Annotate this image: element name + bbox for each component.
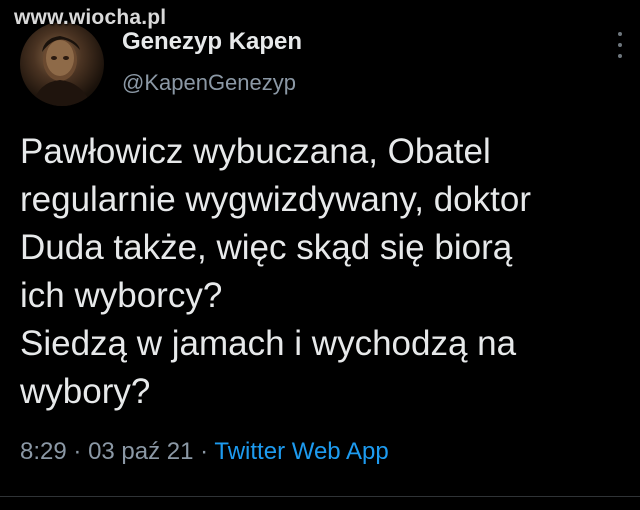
- watermark-logo: www.wiocha.pl: [14, 6, 167, 29]
- tweet-text-line: Duda także, więc skąd się biorą: [20, 228, 513, 267]
- meta-separator: ·: [73, 438, 89, 465]
- tweet-source-link[interactable]: Twitter Web App: [214, 438, 388, 465]
- tweet-text: Pawłowicz wybuczana, Obatel regularnie w…: [20, 128, 632, 416]
- more-dot: [618, 54, 622, 58]
- author-handle[interactable]: @KapenGenezyp: [122, 70, 296, 96]
- tweet-text-line: ich wyborcy?: [20, 276, 223, 315]
- more-dot: [618, 32, 622, 36]
- tweet-text-line: regularnie wygwizdywany, doktor: [20, 180, 531, 219]
- tweet-date[interactable]: 03 paź 21: [88, 438, 193, 465]
- tweet-text-line: Siedzą w jamach i wychodzą na: [20, 324, 517, 363]
- tweet-text-line: wybory?: [20, 372, 151, 411]
- tweet-time[interactable]: 8:29: [20, 438, 67, 465]
- avatar[interactable]: [20, 22, 104, 106]
- meta-separator: ·: [200, 438, 215, 465]
- divider: [0, 496, 640, 497]
- profile-photo-icon: [32, 36, 92, 106]
- more-dot: [618, 43, 622, 47]
- more-options-icon[interactable]: [616, 32, 624, 58]
- author-display-name[interactable]: Genezyp Kapen: [122, 28, 302, 56]
- tweet-meta: 8:29 · 03 paź 21 · Twitter Web App: [20, 438, 389, 466]
- tweet-text-line: Pawłowicz wybuczana, Obatel: [20, 132, 491, 171]
